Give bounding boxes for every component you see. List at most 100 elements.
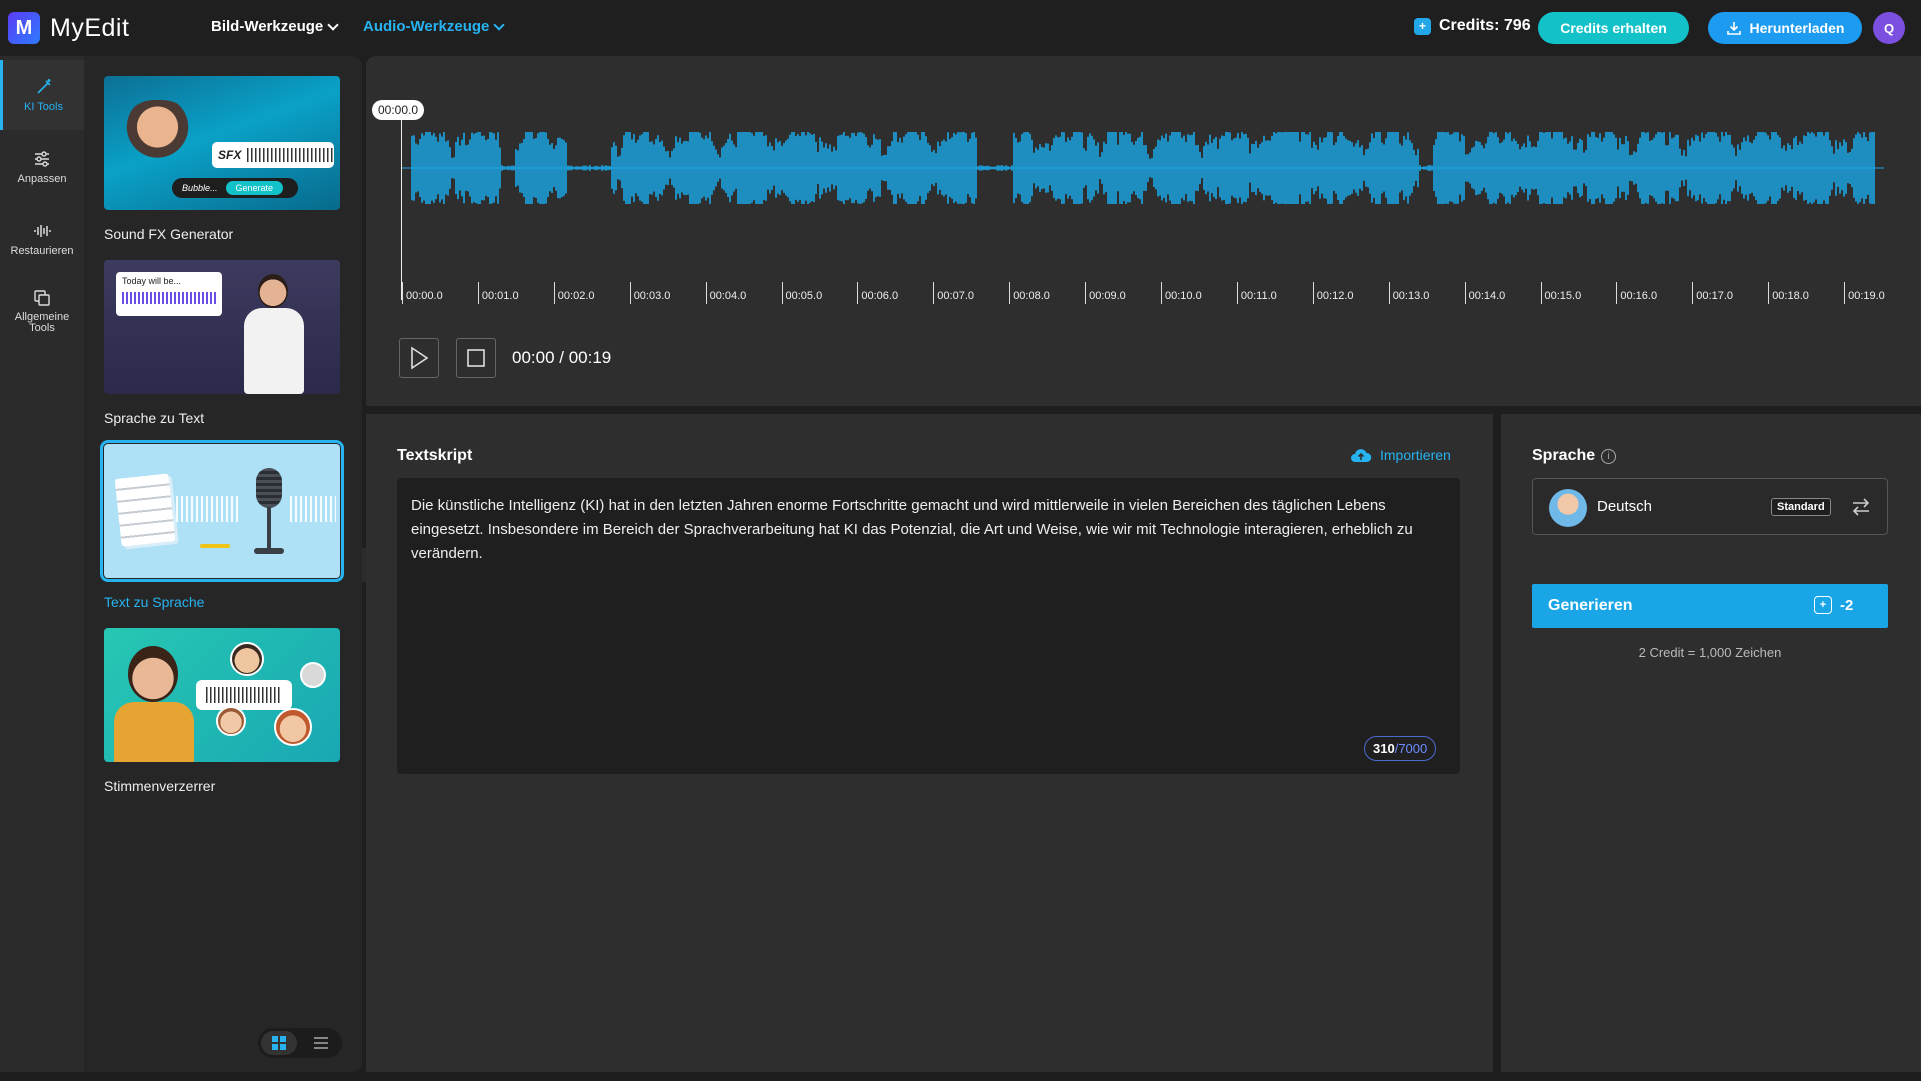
tool-card-voice-changer[interactable]: Stimmenverzerrer [104, 628, 340, 794]
tool-card-text-to-speech[interactable]: Text zu Sprache [100, 440, 344, 610]
rail-item-label: Anpassen [17, 173, 67, 185]
caption-wave-icon [122, 292, 216, 304]
app-logo[interactable]: M MyEdit [8, 12, 129, 44]
sfx-badge: SFX [212, 142, 334, 168]
generate-pill: Generate [225, 181, 284, 195]
play-button[interactable] [399, 338, 439, 378]
credit-note: 2 Credit = 1,000 Zeichen [1638, 645, 1782, 660]
bubble-prompt: Bubble... Generate [172, 178, 298, 198]
rail-item-label: Restaurieren [10, 245, 74, 257]
avatar-girl-icon [274, 708, 312, 746]
user-avatar[interactable]: Q [1873, 12, 1905, 44]
play-icon [411, 346, 429, 370]
time-tick: 00:02.0 [553, 282, 595, 304]
nav-bild-werkzeuge[interactable]: Bild-Werkzeuge [211, 18, 339, 35]
time-tick: 00:09.0 [1085, 282, 1126, 304]
time-tick: 00:18.0 [1768, 282, 1809, 304]
script-text: Die künstliche Intelligenz (KI) hat in d… [411, 497, 1413, 562]
rail-item-restaurieren[interactable]: Restaurieren [0, 204, 84, 274]
character-limit: /7000 [1394, 741, 1428, 756]
waveform-icon [34, 225, 51, 237]
swimmer-image [126, 100, 196, 160]
tool-label: Sprache zu Text [104, 410, 205, 426]
time-tick: 00:04.0 [705, 282, 746, 304]
import-label: Importieren [1380, 447, 1451, 463]
download-label: Herunterladen [1749, 20, 1845, 36]
tool-label: Sound FX Generator [104, 226, 234, 242]
arrow-icon [200, 544, 230, 548]
script-title: Textskript [397, 447, 473, 464]
time-tick: 00:05.0 [781, 282, 822, 304]
text-to-speech-thumbnail [100, 440, 344, 582]
time-tick: 00:10.0 [1161, 282, 1202, 304]
download-icon [1726, 22, 1741, 35]
time-tick: 00:19.0 [1844, 282, 1885, 304]
microphone-icon [254, 458, 284, 558]
time-tick: 00:17.0 [1692, 282, 1733, 304]
rail-item-ki-tools[interactable]: KI Tools [0, 60, 84, 130]
caption-text: Today will be... [122, 276, 182, 286]
credit-icon: + [1414, 17, 1431, 35]
top-header: M MyEdit Bild-Werkzeuge Audio-Werkzeuge … [0, 0, 1921, 56]
chevron-down-icon [493, 18, 506, 31]
stop-button[interactable] [456, 338, 496, 378]
credit-icon: + [1814, 596, 1832, 614]
credits-display: + Credits: 796 [1414, 17, 1531, 35]
sfx-wave-icon [247, 148, 334, 162]
audio-waveform[interactable] [402, 130, 1884, 280]
avatar-man-icon [230, 642, 264, 676]
nav-audio-werkzeuge[interactable]: Audio-Werkzeuge [363, 18, 506, 35]
time-tick: 00:11.0 [1236, 282, 1277, 304]
rail-item-allgemeine-tools[interactable]: Allgemeine Tools [0, 276, 84, 346]
character-counter: 310/7000 [1364, 736, 1437, 761]
bubble-text: Bubble... [182, 183, 218, 193]
time-tick: 00:07.0 [933, 282, 974, 304]
language-selector[interactable]: Deutsch Standard [1532, 478, 1888, 535]
time-tick: 00:15.0 [1540, 282, 1581, 304]
sound-fx-thumbnail: SFX Bubble... Generate [104, 76, 340, 210]
view-toggle [258, 1028, 342, 1058]
cloud-upload-icon [1351, 449, 1372, 462]
get-credits-button[interactable]: Credits erhalten [1538, 12, 1689, 44]
generate-cost: + -2 [1814, 596, 1853, 614]
download-button[interactable]: Herunterladen [1708, 12, 1862, 44]
info-icon[interactable]: i [1601, 448, 1617, 464]
speech-to-text-thumbnail: Today will be... [104, 260, 340, 394]
tool-list-panel: SFX Bubble... Generate Sound FX Generato… [84, 56, 362, 1072]
list-view-button[interactable] [303, 1031, 339, 1055]
generate-cost-value: -2 [1840, 596, 1854, 614]
rail-item-label: KI Tools [24, 101, 63, 113]
time-tick: 00:16.0 [1616, 282, 1657, 304]
left-rail: KI Tools Anpassen Restaurieren Allgemein… [0, 56, 84, 1072]
grid-icon [272, 1036, 286, 1050]
rail-item-anpassen[interactable]: Anpassen [0, 132, 84, 202]
magic-wand-icon [36, 79, 51, 94]
logo-mark-icon: M [8, 12, 40, 44]
language-title-label: Sprache [1532, 447, 1596, 464]
voice-wave-card [196, 680, 292, 710]
sfx-text: SFX [218, 148, 242, 162]
caption-card: Today will be... [116, 272, 222, 316]
swap-icon[interactable] [1849, 495, 1873, 519]
tool-label: Stimmenverzerrer [104, 778, 216, 794]
audio-wave-image-right [290, 496, 336, 522]
voice-changer-thumbnail [104, 628, 340, 762]
script-textarea[interactable]: Die künstliche Intelligenz (KI) hat in d… [397, 478, 1460, 774]
time-tick: 00:14.0 [1464, 282, 1505, 304]
time-tick: 00:12.0 [1312, 282, 1354, 304]
stop-icon [467, 349, 485, 367]
avatar-child-icon [216, 706, 246, 736]
list-icon [314, 1037, 328, 1049]
woman-image [114, 646, 194, 762]
nav-audio-label: Audio-Werkzeuge [363, 18, 490, 35]
language-name: Deutsch [1597, 498, 1653, 515]
grid-view-button[interactable] [261, 1031, 297, 1055]
time-tick: 00:08.0 [1009, 282, 1050, 304]
tool-card-speech-to-text[interactable]: Today will be... Sprache zu Text [104, 260, 340, 426]
rail-item-label: Allgemeine Tools [14, 311, 70, 334]
import-button[interactable]: Importieren [1350, 447, 1451, 463]
time-tick: 00:00.0 [402, 282, 443, 304]
time-tick: 00:13.0 [1388, 282, 1429, 304]
copy-icon [34, 290, 50, 306]
tool-card-sound-fx[interactable]: SFX Bubble... Generate Sound FX Generato… [104, 76, 340, 242]
